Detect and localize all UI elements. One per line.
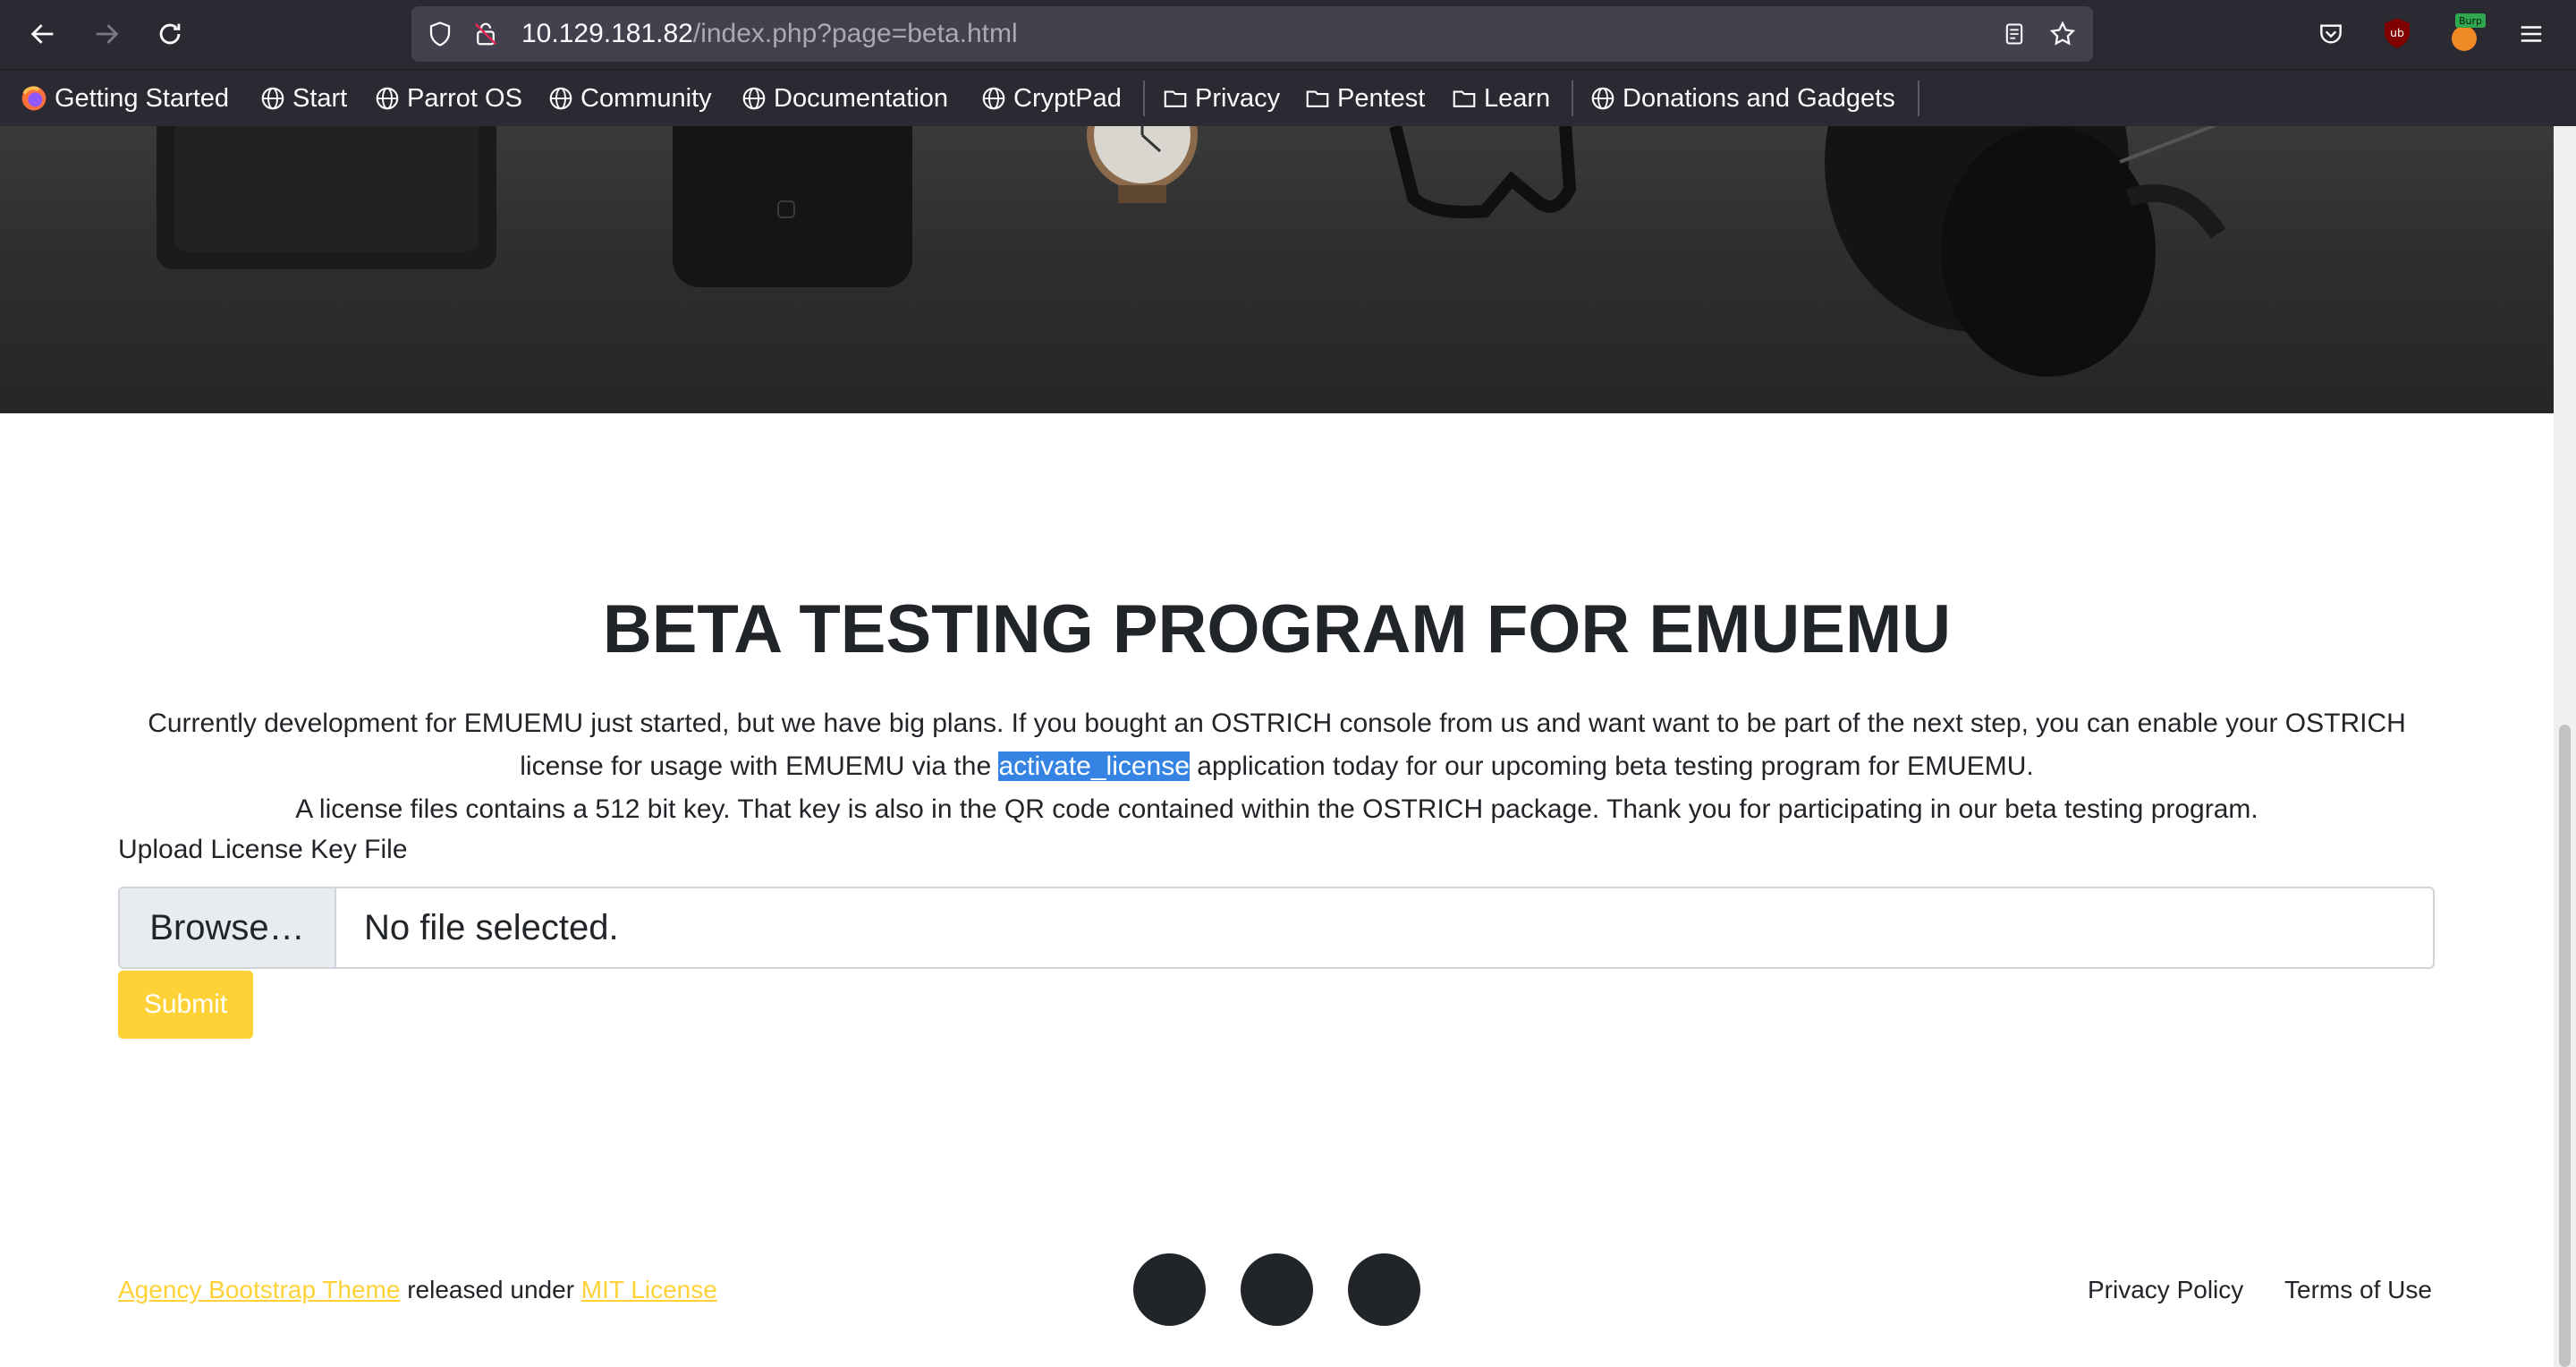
bookmark-label: Getting Started: [55, 83, 230, 113]
bookmark-parrot-os[interactable]: Parrot OS: [374, 70, 522, 127]
intro-text-part2: application today for our upcoming beta …: [1189, 751, 2034, 781]
bookmark-label: Learn: [1484, 83, 1551, 113]
intro-text-line2: A license files contains a 512 bit key. …: [295, 794, 2258, 824]
globe-icon: [742, 87, 766, 110]
back-button[interactable]: [21, 13, 64, 55]
social-button-1[interactable]: [1133, 1253, 1206, 1326]
pocket-icon[interactable]: [2315, 18, 2347, 50]
back-arrow-icon: [30, 24, 54, 44]
bookmark-folder-privacy[interactable]: Privacy: [1162, 70, 1280, 127]
bookmarks-toolbar: Getting Started Start Parrot OS Communit…: [0, 69, 2576, 127]
bookmark-separator: [1143, 81, 1145, 116]
privacy-policy-link[interactable]: Privacy Policy: [2088, 1272, 2243, 1308]
globe-icon: [1591, 87, 1614, 110]
highlighted-text-activate-license: activate_license: [998, 751, 1190, 781]
social-button-3[interactable]: [1348, 1253, 1420, 1326]
reload-button[interactable]: [148, 13, 191, 55]
globe-icon: [982, 87, 1005, 110]
folder-icon: [1453, 90, 1476, 107]
globe-icon: [376, 87, 399, 110]
forward-button[interactable]: [85, 13, 128, 55]
license-file-input[interactable]: Browse… No file selected.: [118, 887, 2435, 969]
bookmark-label: Parrot OS: [407, 83, 522, 113]
theme-link[interactable]: Agency Bootstrap Theme: [118, 1276, 400, 1303]
bookmark-community[interactable]: Community: [547, 70, 712, 127]
hamburger-menu-icon[interactable]: [2515, 18, 2547, 50]
bookmark-star-icon[interactable]: [2046, 18, 2079, 50]
browser-toolbar: 10.129.181.82/index.php?page=beta.html u…: [0, 0, 2576, 69]
upload-label: Upload License Key File: [118, 835, 408, 864]
ublock-badge-text: ub: [2390, 26, 2404, 39]
firefox-icon: [21, 86, 47, 111]
bookmark-folder-learn[interactable]: Learn: [1451, 70, 1550, 127]
bookmark-separator: [1918, 81, 1919, 116]
insecure-lock-icon[interactable]: [470, 19, 501, 49]
desk-items-illustration: [157, 126, 2226, 377]
page-title: BETA TESTING PROGRAM FOR EMUEMU: [602, 591, 1952, 667]
bookmark-label: CryptPad: [1013, 83, 1122, 113]
social-button-2[interactable]: [1241, 1253, 1313, 1326]
url-text[interactable]: 10.129.181.82/index.php?page=beta.html: [521, 21, 1018, 47]
bookmark-label: Privacy: [1195, 83, 1281, 113]
burp-proxy-icon[interactable]: Burp: [2445, 11, 2487, 55]
hero-image: [0, 126, 2554, 413]
reader-view-icon[interactable]: [1999, 19, 2029, 49]
footer-credit: Agency Bootstrap Theme released under MI…: [118, 1272, 717, 1308]
intro-paragraph: Currently development for EMUEMU just st…: [134, 702, 2419, 831]
bookmark-label: Donations and Gadgets: [1623, 83, 1895, 113]
bookmark-cryptpad[interactable]: CryptPad: [980, 70, 1122, 127]
terms-of-use-link[interactable]: Terms of Use: [2284, 1272, 2432, 1308]
folder-icon: [1164, 90, 1187, 107]
license-link[interactable]: MIT License: [581, 1276, 717, 1303]
globe-icon: [549, 87, 572, 110]
bookmark-start[interactable]: Start: [259, 70, 347, 127]
bookmark-label: Start: [292, 83, 348, 113]
bookmark-getting-started[interactable]: Getting Started: [20, 70, 229, 127]
bookmark-label: Documentation: [774, 83, 949, 113]
bookmark-documentation[interactable]: Documentation: [741, 70, 948, 127]
reload-icon: [159, 23, 181, 45]
browse-button[interactable]: Browse…: [120, 888, 336, 967]
tracking-shield-icon[interactable]: [425, 19, 455, 49]
burp-badge-text: Burp: [2459, 15, 2482, 27]
submit-button[interactable]: Submit: [118, 971, 253, 1039]
url-bar[interactable]: 10.129.181.82/index.php?page=beta.html: [411, 6, 2093, 62]
page-scrollbar-thumb[interactable]: [2559, 725, 2571, 1367]
url-host: 10.129.181.82: [521, 19, 693, 48]
bookmark-separator: [1572, 81, 1573, 116]
bookmark-folder-pentest[interactable]: Pentest: [1304, 70, 1425, 127]
bookmark-donations[interactable]: Donations and Gadgets: [1589, 70, 1895, 127]
bookmark-label: Community: [580, 83, 712, 113]
globe-icon: [261, 87, 284, 110]
file-status-text: No file selected.: [364, 907, 619, 947]
forward-arrow-icon: [96, 24, 119, 44]
folder-icon: [1306, 90, 1329, 107]
bookmark-label: Pentest: [1337, 83, 1426, 113]
ublock-origin-icon[interactable]: ub: [2381, 16, 2413, 50]
released-text: released under: [400, 1276, 581, 1303]
url-path: /index.php?page=beta.html: [692, 19, 1018, 48]
